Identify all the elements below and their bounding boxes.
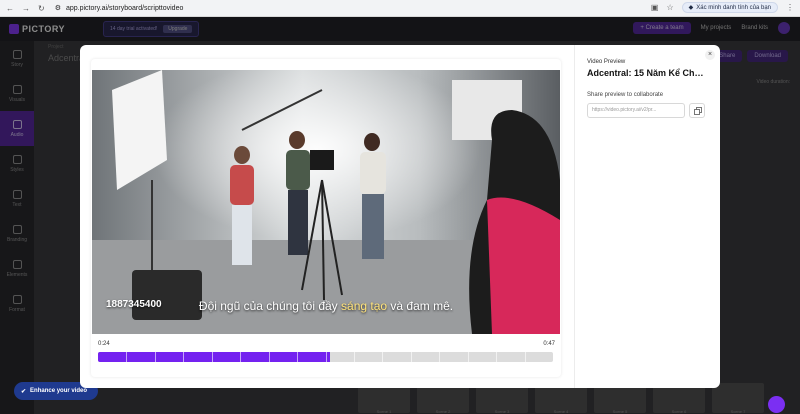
progress-fill — [98, 352, 331, 362]
progress-segment-tick — [467, 352, 469, 362]
video-subtitle: Đội ngũ của chúng tôi đầy sáng tạo và đa… — [198, 299, 454, 313]
reload-icon[interactable]: ↻ — [38, 4, 45, 13]
bookmark-icon[interactable]: ☆ — [666, 3, 673, 12]
video-preview-modal: 1887345400 Đội ngũ của chúng tôi đầy sán… — [80, 45, 720, 388]
menu-icon[interactable]: ⋮ — [786, 3, 794, 12]
progress-segment-tick — [297, 352, 299, 362]
progress-bar[interactable] — [98, 352, 553, 362]
progress-segment-tick — [211, 352, 213, 362]
copy-button[interactable] — [689, 103, 705, 118]
video-player: 1887345400 Đội ngũ của chúng tôi đầy sán… — [91, 59, 561, 377]
share-label: Share preview to collaborate — [587, 92, 664, 98]
total-time: 0:47 — [543, 341, 555, 347]
video-frame[interactable]: 1887345400 Đội ngũ của chúng tôi đầy sán… — [92, 70, 560, 334]
check-circle-icon: ✔ — [21, 388, 27, 395]
screenshot-icon[interactable]: ▣ — [651, 3, 659, 12]
progress-segment-tick — [183, 352, 185, 362]
browser-toolbar: ← → ↻ ⚙ app.pictory.ai/storyboard/script… — [0, 0, 800, 17]
progress-segment-tick — [154, 352, 156, 362]
url-text: app.pictory.ai/storyboard/scripttovideo — [65, 4, 184, 12]
share-url-field[interactable]: https://video.pictory.ai/v2/pr... — [587, 103, 685, 118]
panel-divider — [574, 45, 575, 388]
progress-segment-tick — [439, 352, 441, 362]
progress-segment-tick — [126, 352, 128, 362]
progress-segment-tick — [240, 352, 242, 362]
progress-segment-tick — [325, 352, 327, 362]
progress-segment-tick — [410, 352, 412, 362]
copy-icon — [694, 107, 702, 115]
site-info-icon[interactable]: ⚙ — [55, 4, 61, 12]
back-icon[interactable]: ← — [6, 4, 14, 13]
current-time: 0:24 — [98, 341, 110, 347]
progress-segment-tick — [353, 352, 355, 362]
forward-icon[interactable]: → — [22, 4, 30, 13]
progress-segment-tick — [524, 352, 526, 362]
video-scene-image — [92, 70, 560, 334]
progress-segment-tick — [496, 352, 498, 362]
chat-icon[interactable] — [768, 396, 785, 413]
panel-label: Video Preview — [587, 59, 626, 65]
progress-segment-tick — [268, 352, 270, 362]
progress-segment-tick — [382, 352, 384, 362]
verify-identity-button[interactable]: ◆ Xác minh danh tính của bạn — [681, 2, 778, 13]
shield-icon: ◆ — [688, 5, 694, 11]
video-title: Adcentral: 15 Năm Kể Chuyện — [587, 68, 709, 78]
close-button[interactable]: × — [705, 50, 715, 60]
preview-side-panel: Video Preview Adcentral: 15 Năm Kể Chuyệ… — [587, 59, 712, 118]
address-bar[interactable]: ⚙ app.pictory.ai/storyboard/scripttovide… — [55, 4, 184, 13]
